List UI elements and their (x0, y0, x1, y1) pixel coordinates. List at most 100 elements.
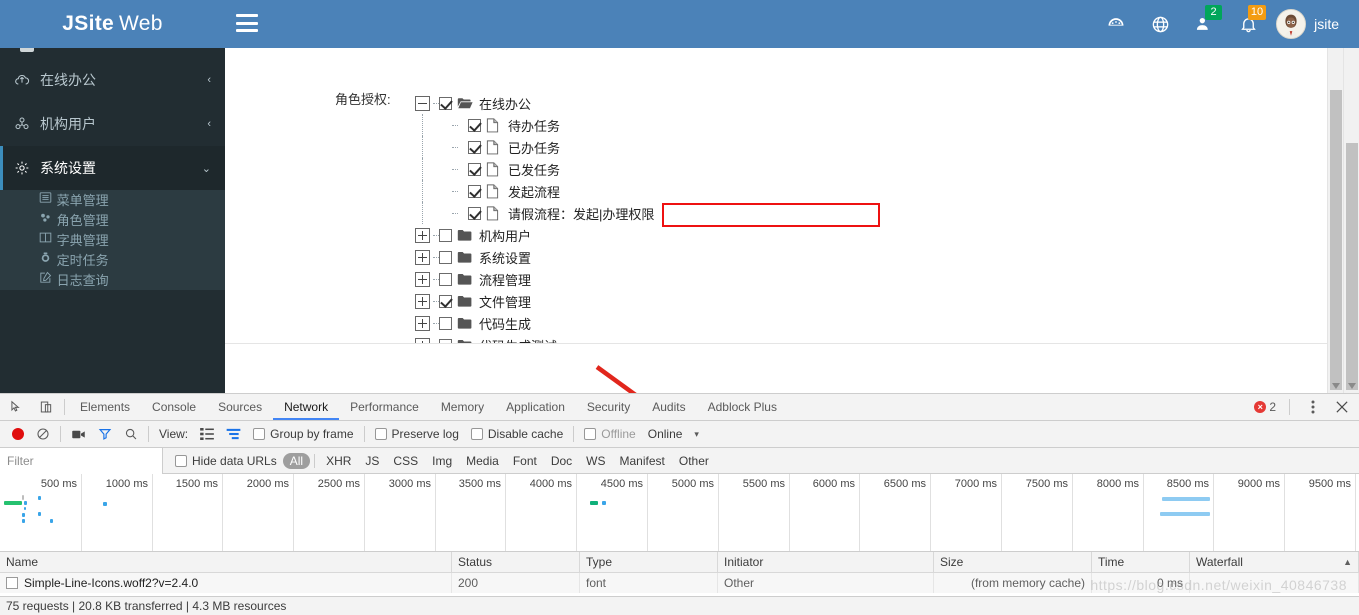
sidebar-item-log-query[interactable]: 日志查询 (0, 270, 225, 290)
tree-expander-plus-icon[interactable] (415, 315, 430, 331)
devtools-tab-memory[interactable]: Memory (430, 394, 495, 420)
notifications-bell-icon[interactable]: 10 (1226, 0, 1270, 48)
window-scrollbar-thumb[interactable] (1346, 143, 1358, 390)
column-header-waterfall[interactable]: Waterfall ▲ (1190, 551, 1359, 573)
column-header-name[interactable]: Name (0, 551, 452, 573)
language-globe-icon[interactable] (1138, 0, 1182, 48)
tree-node-label: 发起流程 (508, 184, 561, 200)
network-overview-timeline[interactable]: 500 ms 1000 ms 1500 ms 2000 ms 2500 ms 3000 m… (0, 474, 1359, 552)
tree-node-checkbox[interactable] (439, 250, 452, 264)
capture-screenshots-button[interactable] (65, 428, 92, 441)
filter-type-doc[interactable]: Doc (544, 453, 579, 469)
filter-type-img[interactable]: Img (425, 453, 459, 469)
scroll-down-arrow-icon[interactable] (1328, 378, 1344, 393)
tree-node[interactable]: 流程管理 (415, 268, 654, 290)
tree-node[interactable]: 请假流程：发起|办理权限 (415, 202, 654, 224)
sidebar-item-org-users[interactable]: 机构用户 ‹ (0, 102, 225, 146)
user-menu[interactable]: jsite (1270, 0, 1351, 48)
sidebar-item-menu-management[interactable]: 菜单管理 (0, 190, 225, 210)
tree-expander-plus-icon[interactable] (415, 227, 430, 243)
view-list-button[interactable] (194, 428, 220, 440)
tree-node-checkbox[interactable] (439, 272, 452, 286)
devtools-tab-elements[interactable]: Elements (69, 394, 141, 420)
filter-type-other[interactable]: Other (672, 453, 716, 469)
devtools-tab-sources[interactable]: Sources (207, 394, 273, 420)
tree-node-checkbox[interactable] (439, 228, 452, 242)
hide-data-urls-checkbox[interactable]: Hide data URLs (169, 454, 283, 468)
tree-node[interactable]: 代码生成 (415, 312, 654, 334)
tree-node-checkbox[interactable] (439, 316, 452, 330)
scroll-down-arrow-icon[interactable] (1344, 378, 1359, 393)
tree-node[interactable]: 发起流程 (415, 180, 654, 202)
column-header-time[interactable]: Time (1092, 551, 1190, 573)
filter-type-js[interactable]: JS (358, 453, 386, 469)
filter-type-xhr[interactable]: XHR (319, 453, 358, 469)
tree-expander-minus-icon[interactable] (415, 95, 430, 111)
tree-node-checkbox[interactable] (468, 184, 481, 198)
record-button[interactable] (6, 428, 30, 440)
offline-checkbox[interactable]: Offline (578, 427, 641, 441)
column-header-type[interactable]: Type (580, 551, 718, 573)
filter-type-ws[interactable]: WS (579, 453, 612, 469)
devtools-tab-adblock-plus[interactable]: Adblock Plus (697, 394, 788, 420)
filter-type-all[interactable]: All (282, 452, 311, 469)
dashboard-icon[interactable] (1094, 0, 1138, 48)
tree-expander-plus-icon[interactable] (415, 293, 430, 309)
tree-node-checkbox[interactable] (468, 162, 481, 176)
sidebar-item-scheduled-tasks[interactable]: 定时任务 (0, 250, 225, 270)
devtools-tab-console[interactable]: Console (141, 394, 207, 420)
page-scrollbar-thumb[interactable] (1330, 90, 1342, 390)
throttling-select[interactable]: Online (642, 427, 689, 441)
filter-type-font[interactable]: Font (506, 453, 544, 469)
device-toolbar-icon[interactable] (36, 397, 56, 417)
sidebar-item-dict-management[interactable]: 字典管理 (0, 230, 225, 250)
menu-toggle-button[interactable] (236, 14, 258, 32)
filter-type-media[interactable]: Media (459, 453, 506, 469)
devtools-tab-network[interactable]: Network (273, 394, 339, 420)
disable-cache-checkbox[interactable]: Disable cache (465, 427, 569, 441)
filter-type-css[interactable]: CSS (386, 453, 425, 469)
clear-button[interactable] (30, 427, 56, 441)
devtools-tab-audits[interactable]: Audits (641, 394, 696, 420)
tree-node[interactable]: 系统设置 (415, 246, 654, 268)
throttling-caret[interactable]: ▾ (688, 429, 705, 440)
error-count-badge[interactable]: × 2 (1254, 400, 1276, 414)
sidebar-item-online-office[interactable]: 在线办公 ‹ (0, 58, 225, 102)
window-scrollbar[interactable] (1343, 48, 1359, 393)
tree-node[interactable]: 待办任务 (415, 114, 654, 136)
group-by-frame-checkbox[interactable]: Group by frame (247, 427, 359, 441)
tree-node[interactable]: 机构用户 (415, 224, 654, 246)
brand-logo[interactable]: JSite Web (0, 0, 225, 48)
tree-expander-plus-icon[interactable] (415, 271, 430, 287)
filter-toggle-button[interactable] (92, 427, 118, 441)
devtools-tab-security[interactable]: Security (576, 394, 641, 420)
tree-node[interactable]: 已办任务 (415, 136, 654, 158)
tree-node-checkbox[interactable] (468, 140, 481, 154)
search-button[interactable] (118, 427, 144, 441)
tree-node[interactable]: 在线办公 (415, 92, 654, 114)
kebab-menu-icon[interactable] (1303, 397, 1323, 417)
devtools-tab-application[interactable]: Application (495, 394, 576, 420)
tree-node[interactable]: 文件管理 (415, 290, 654, 312)
tree-node-checkbox[interactable] (439, 294, 452, 308)
table-row[interactable]: Simple-Line-Icons.woff2?v=2.4.0 200 font Ot… (0, 573, 1359, 593)
tree-node-checkbox[interactable] (468, 118, 481, 132)
tree-expander-plus-icon[interactable] (415, 249, 430, 265)
preserve-log-checkbox[interactable]: Preserve log (369, 427, 465, 441)
close-icon[interactable] (1332, 397, 1352, 417)
column-header-initiator[interactable]: Initiator (718, 551, 934, 573)
column-header-status[interactable]: Status (452, 551, 580, 573)
filter-input[interactable] (0, 447, 163, 474)
tree-node[interactable]: 已发任务 (415, 158, 654, 180)
tree-node-checkbox[interactable] (468, 206, 481, 220)
tree-node-checkbox[interactable] (439, 96, 452, 110)
sidebar-item-system-settings[interactable]: 系统设置 ⌄ (0, 146, 225, 190)
view-waterfall-button[interactable] (220, 428, 247, 440)
sidebar-item-role-management[interactable]: 角色管理 (0, 210, 225, 230)
column-header-size[interactable]: Size (934, 551, 1092, 573)
filter-type-manifest[interactable]: Manifest (613, 453, 672, 469)
devtools-tab-performance[interactable]: Performance (339, 394, 430, 420)
inspect-element-icon[interactable] (6, 397, 26, 417)
messages-icon[interactable]: 2 (1182, 0, 1226, 48)
page-scrollbar[interactable] (1327, 48, 1343, 393)
